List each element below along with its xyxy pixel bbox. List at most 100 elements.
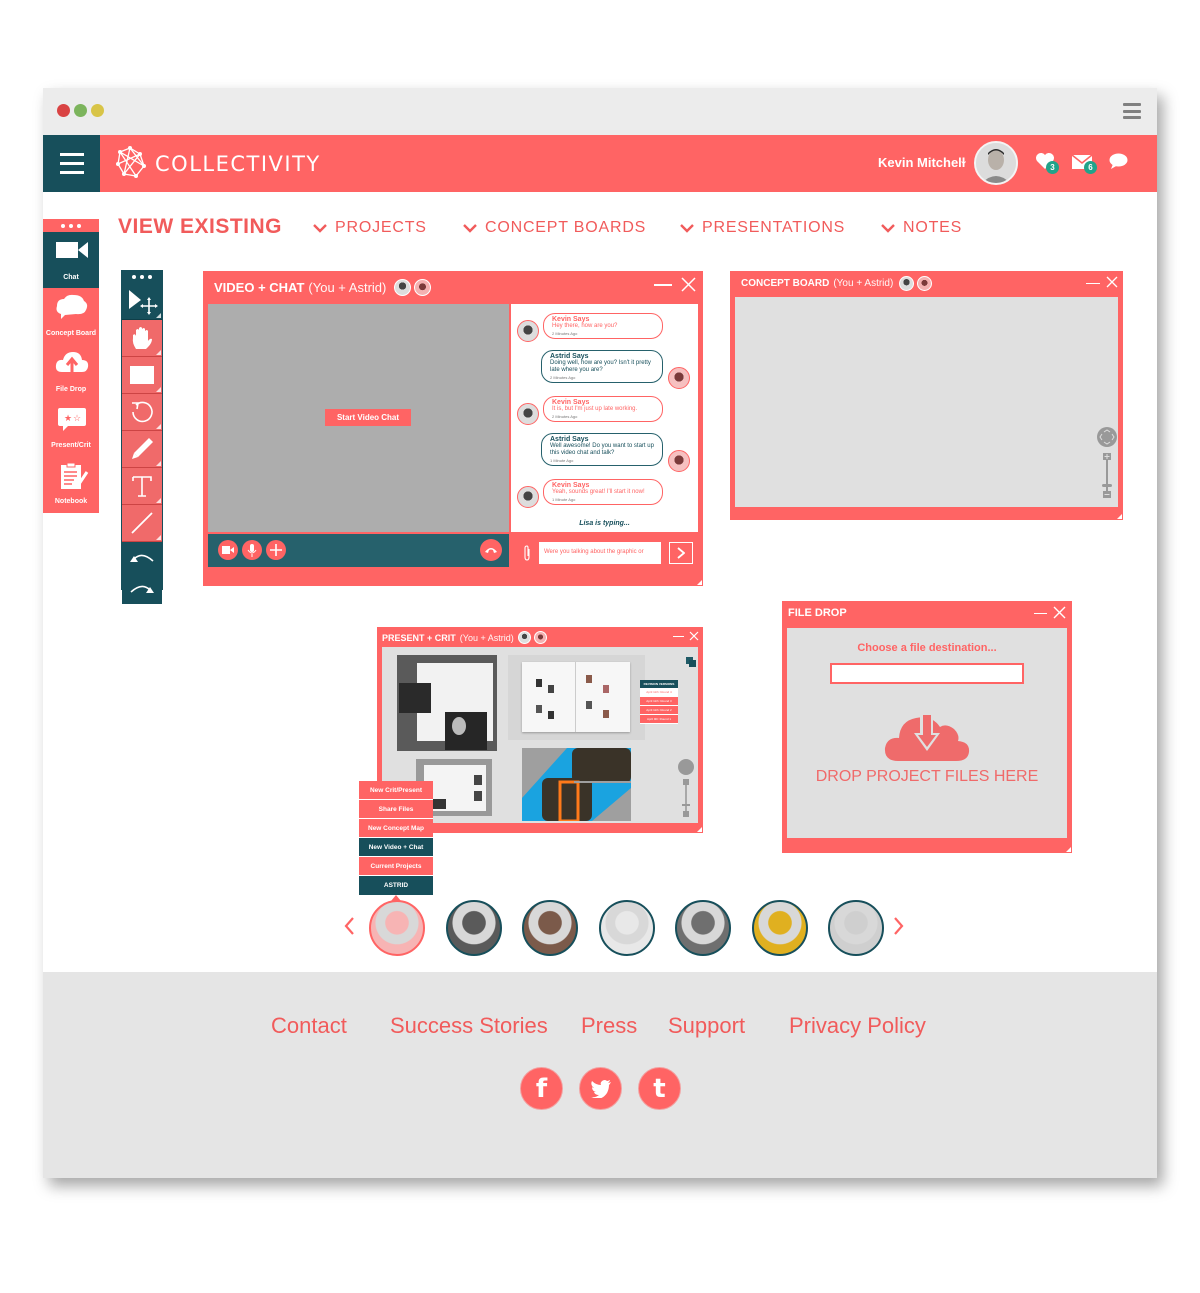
hand-tool[interactable] (122, 320, 162, 357)
redo-icon (130, 585, 154, 593)
close-window-dot[interactable] (57, 104, 70, 117)
main-menu-button[interactable] (43, 135, 100, 192)
chat-message: Kevin Says It is, but I'm just up late w… (543, 396, 663, 422)
minimize-button[interactable] (1034, 613, 1047, 615)
menu-item-new-crit-present[interactable]: New Crit/Present (359, 781, 433, 800)
resize-handle[interactable] (1066, 847, 1071, 852)
tumblr-icon[interactable]: t (638, 1067, 681, 1110)
undo-tool[interactable] (122, 542, 162, 573)
person-avatar[interactable] (598, 900, 655, 956)
select-move-tool[interactable] (122, 283, 162, 320)
sidebar-item-file-drop[interactable]: File Drop (43, 344, 99, 400)
text-tool[interactable] (122, 468, 162, 505)
microphone-toggle-button[interactable] (242, 540, 262, 560)
rotate-tool[interactable] (122, 394, 162, 431)
sidebar-item-present-crit[interactable]: ★ ☆ Present/Crit (43, 400, 99, 456)
user-avatar[interactable] (974, 141, 1018, 185)
close-button[interactable] (689, 631, 699, 641)
line-tool[interactable] (122, 505, 162, 542)
footer-link-success-stories[interactable]: Success Stories (390, 1013, 548, 1039)
user-dropdown-chevron-icon[interactable]: ⌄ (959, 154, 968, 167)
footer-link-privacy-policy[interactable]: Privacy Policy (789, 1013, 926, 1039)
video-area: Start Video Chat (208, 304, 509, 532)
file-destination-input[interactable] (830, 663, 1024, 684)
facebook-icon[interactable]: f (520, 1067, 563, 1110)
resize-handle[interactable] (697, 580, 702, 585)
menu-item-new-concept-map[interactable]: New Concept Map (359, 819, 433, 838)
resize-handle[interactable] (697, 827, 702, 832)
nav-projects[interactable]: PROJECTS (313, 219, 427, 237)
minimize-window-dot[interactable] (91, 104, 104, 117)
brand-name[interactable]: COLLECTIVITY (155, 152, 321, 176)
chevron-left-icon (344, 917, 354, 935)
menu-item-astrid[interactable]: ASTRID (359, 876, 433, 895)
messages-badge: 6 (1084, 161, 1097, 174)
twitter-icon[interactable] (579, 1067, 622, 1110)
carousel-prev-button[interactable] (344, 915, 354, 941)
nav-notes[interactable]: NOTES (881, 219, 962, 237)
presentation-image[interactable] (522, 748, 631, 821)
likes-heart-icon[interactable]: 3 (1035, 152, 1059, 175)
user-name[interactable]: Kevin Mitchell (878, 155, 965, 170)
person-avatar[interactable] (445, 900, 502, 956)
minimize-button[interactable] (1086, 283, 1100, 285)
nav-presentations[interactable]: PRESENTATIONS (680, 219, 845, 237)
toolbar-more-icon[interactable] (122, 271, 162, 283)
menu-item-new-video-chat[interactable]: New Video + Chat (359, 838, 433, 857)
minimize-button[interactable] (654, 284, 672, 286)
hang-up-button[interactable] (480, 539, 502, 561)
pan-zoom-controls[interactable] (1097, 427, 1117, 503)
pan-zoom-controls[interactable] (678, 759, 694, 819)
revision-item[interactable]: April 11th: Round 3 (640, 697, 678, 706)
revision-item[interactable]: April 11th: Round 4 (640, 688, 678, 697)
chat-message-input[interactable]: Were you talking about the graphic or (539, 542, 661, 564)
sidebar-more-icon[interactable] (43, 219, 99, 232)
chat-bubble-icon[interactable] (1109, 153, 1128, 175)
typing-indicator: Lisa is typing... (579, 520, 630, 527)
browser-menu-icon[interactable] (1123, 102, 1141, 120)
resize-handle[interactable] (1117, 514, 1122, 519)
footer-link-contact[interactable]: Contact (271, 1013, 347, 1039)
person-avatar[interactable] (369, 900, 425, 956)
revision-item[interactable]: April 9th: Round 1 (640, 715, 678, 724)
menu-item-share-files[interactable]: Share Files (359, 800, 433, 819)
participant-avatar-kevin (394, 279, 412, 296)
footer-link-press[interactable]: Press (581, 1013, 637, 1039)
close-button[interactable] (1053, 606, 1066, 619)
presentation-image[interactable] (508, 655, 645, 740)
sidebar-item-notebook[interactable]: Notebook (43, 456, 99, 512)
pencil-tool[interactable] (122, 431, 162, 468)
cloud-bubble-icon (56, 294, 88, 319)
person-avatar[interactable] (522, 900, 578, 956)
close-button[interactable] (681, 277, 696, 292)
sidebar-item-chat[interactable]: Chat (43, 232, 99, 288)
start-video-chat-button[interactable]: Start Video Chat (325, 409, 411, 426)
person-avatar[interactable] (675, 900, 731, 956)
person-avatar[interactable] (751, 900, 808, 956)
attachment-paperclip-icon[interactable] (523, 545, 531, 561)
send-message-button[interactable] (669, 542, 693, 564)
add-participant-button[interactable] (266, 540, 286, 560)
messages-envelope-icon[interactable]: 6 (1071, 154, 1097, 174)
file-drop-zone[interactable]: Choose a file destination... DROP PROJEC… (787, 628, 1067, 838)
carousel-next-button[interactable] (894, 915, 904, 941)
sidebar-label: Chat (63, 274, 79, 281)
svg-text:★: ★ (64, 413, 72, 423)
camera-toggle-button[interactable] (218, 540, 238, 560)
footer-link-support[interactable]: Support (668, 1013, 745, 1039)
sidebar-item-concept-board[interactable]: Concept Board (43, 288, 99, 344)
close-button[interactable] (1106, 276, 1118, 288)
maximize-window-dot[interactable] (74, 104, 87, 117)
nav-concept-boards[interactable]: CONCEPT BOARDS (463, 219, 646, 237)
concept-board-canvas[interactable] (735, 297, 1118, 507)
person-avatar[interactable] (828, 900, 884, 956)
chat-avatar-astrid (668, 367, 690, 389)
layers-icon[interactable] (686, 657, 696, 667)
participant-avatar-kevin (899, 276, 915, 291)
presentation-image[interactable] (397, 655, 497, 751)
revision-item[interactable]: April 11th: Round 2 (640, 706, 678, 715)
menu-item-current-projects[interactable]: Current Projects (359, 857, 433, 876)
minimize-button[interactable] (673, 636, 684, 637)
redo-tool[interactable] (122, 573, 162, 604)
rectangle-tool[interactable] (122, 357, 162, 394)
